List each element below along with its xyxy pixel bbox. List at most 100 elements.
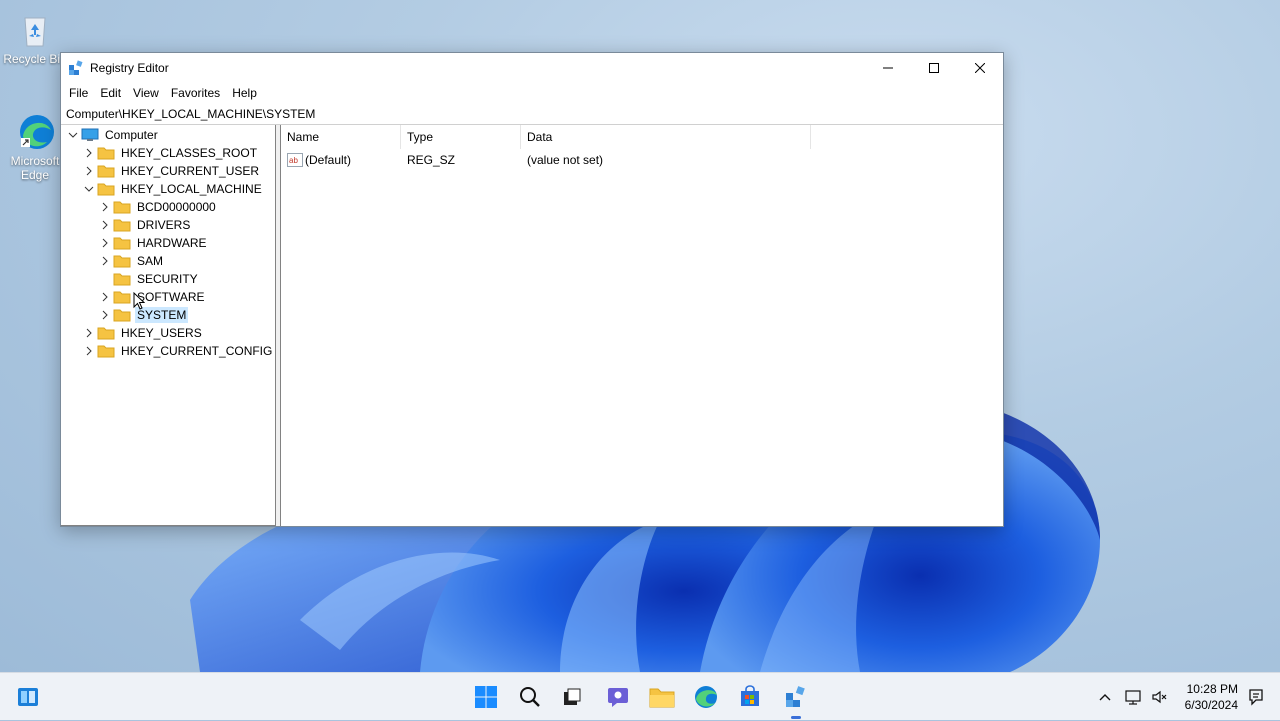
clock-date: 6/30/2024 [1184,698,1238,712]
store-button[interactable] [734,681,766,713]
column-header-data[interactable]: Data [521,125,811,149]
widgets-button[interactable] [12,681,44,713]
menu-edit[interactable]: Edit [94,83,127,103]
chevron-right-icon[interactable] [97,216,113,234]
tree-item-label: HARDWARE [137,236,207,250]
tree-item-bcd00000000[interactable]: BCD00000000 [97,198,218,216]
address-path[interactable]: Computer\HKEY_LOCAL_MACHINE\SYSTEM [66,107,315,121]
tree-item-hkey-current-config[interactable]: HKEY_CURRENT_CONFIG [81,342,274,360]
title-bar[interactable]: Registry Editor [61,53,1003,83]
registry-editor-icon [68,60,84,76]
chevron-down-icon[interactable] [81,180,97,198]
chevron-right-icon[interactable] [97,234,113,252]
tree-item-label: SOFTWARE [137,290,205,304]
chevron-right-icon[interactable] [81,162,97,180]
network-button[interactable] [1120,689,1148,705]
menu-file[interactable]: File [63,83,94,103]
chevron-right-icon[interactable] [81,342,97,360]
taskbar: 10:28 PM 6/30/2024 [0,672,1280,720]
menu-view[interactable]: View [127,83,165,103]
teams-chat-button[interactable] [602,681,634,713]
chevron-down-icon[interactable] [65,126,81,144]
close-button[interactable] [957,53,1003,83]
edge-icon [15,112,55,152]
registry-editor-icon [786,686,805,707]
tree-item-label: HKEY_CLASSES_ROOT [121,146,258,160]
folder-icon [113,291,131,304]
tree-item-computer[interactable]: Computer [65,126,160,144]
column-header-type[interactable]: Type [401,125,521,149]
registry-editor-window[interactable]: Registry Editor File Edit View Favorites… [60,52,1004,527]
tree-item-sam[interactable]: SAM [97,252,165,270]
close-icon [975,63,985,73]
desktop-icon-label: Microsoft Edge [10,154,60,182]
value-name: (Default) [305,153,352,167]
chevron-right-icon[interactable] [97,252,113,270]
show-hidden-icons-button[interactable] [1094,693,1116,701]
file-explorer-button[interactable] [646,681,678,713]
mouse-cursor-icon [133,292,145,310]
tree-item-label: HKEY_CURRENT_USER [121,164,260,178]
tree-item-label: HKEY_CURRENT_CONFIG [121,344,273,358]
folder-icon [113,219,131,232]
task-view-icon [564,688,581,705]
menu-favorites[interactable]: Favorites [165,83,226,103]
column-header-name[interactable]: Name [281,125,401,149]
panes: Computer HKEY_CLASSES_ROOT HKEY_CURRENT_… [61,125,1003,526]
tree-item-hkey-classes-root[interactable]: HKEY_CLASSES_ROOT [81,144,259,162]
chat-icon [608,688,628,707]
svg-text:ab: ab [289,156,298,165]
clock[interactable]: 10:28 PM 6/30/2024 [1185,681,1238,713]
tree-item-drivers[interactable]: DRIVERS [97,216,192,234]
active-indicator [791,716,801,719]
chevron-right-icon[interactable] [97,288,113,306]
value-data: (value not set) [527,153,604,167]
tree-item-software[interactable]: SOFTWARE [97,288,207,306]
tree-item-hkey-users[interactable]: HKEY_USERS [81,324,204,342]
widgets-icon [18,688,38,706]
notification-icon [1249,689,1263,706]
maximize-button[interactable] [911,53,957,83]
address-bar[interactable]: Computer\HKEY_LOCAL_MACHINE\SYSTEM [61,104,1003,125]
window-title: Registry Editor [90,61,169,75]
search-button[interactable] [514,681,546,713]
tree-item-label: DRIVERS [137,218,191,232]
registry-editor-taskbar-button[interactable] [780,681,812,719]
menu-help[interactable]: Help [226,83,263,103]
desktop-icon-label: Recycle Bin [3,52,67,66]
chevron-right-icon[interactable] [81,324,97,342]
chevron-right-icon[interactable] [81,144,97,162]
folder-icon [97,327,115,340]
tree-item-hkey-current-user[interactable]: HKEY_CURRENT_USER [81,162,261,180]
tree-item-hardware[interactable]: HARDWARE [97,234,209,252]
folder-icon [113,255,131,268]
windows-start-icon [475,686,497,708]
tree-item-label: Computer [105,128,158,142]
tree-item-label: BCD00000000 [137,200,216,214]
folder-icon [97,345,115,358]
tree-item-security[interactable]: SECURITY [97,270,200,288]
minimize-button[interactable] [865,53,911,83]
system-tray [1094,673,1170,721]
start-button[interactable] [470,681,502,713]
edge-icon [695,686,717,708]
volume-button[interactable] [1148,689,1170,705]
edge-taskbar-button[interactable] [690,681,722,713]
tree-item-label: HKEY_LOCAL_MACHINE [121,182,262,196]
value-row[interactable]: ab (Default) REG_SZ (value not set) [287,151,807,169]
key-tree-pane[interactable]: Computer HKEY_CLASSES_ROOT HKEY_CURRENT_… [61,125,276,526]
tree-item-label: HKEY_USERS [121,326,202,340]
tree-item-label: SECURITY [137,272,198,286]
task-view-button[interactable] [556,681,588,713]
values-list-pane[interactable]: Name Type Data ab (Default) REG_SZ (valu… [280,125,1003,526]
notifications-button[interactable] [1240,681,1272,713]
chevron-right-icon[interactable] [97,198,113,216]
computer-icon [81,128,99,141]
menu-bar: File Edit View Favorites Help [61,83,1003,103]
folder-open-icon [113,309,131,322]
value-type: REG_SZ [407,153,456,167]
tree-item-hkey-local-machine[interactable]: HKEY_LOCAL_MACHINE [81,180,264,198]
chevron-right-icon[interactable] [97,306,113,324]
network-icon [1125,690,1141,705]
